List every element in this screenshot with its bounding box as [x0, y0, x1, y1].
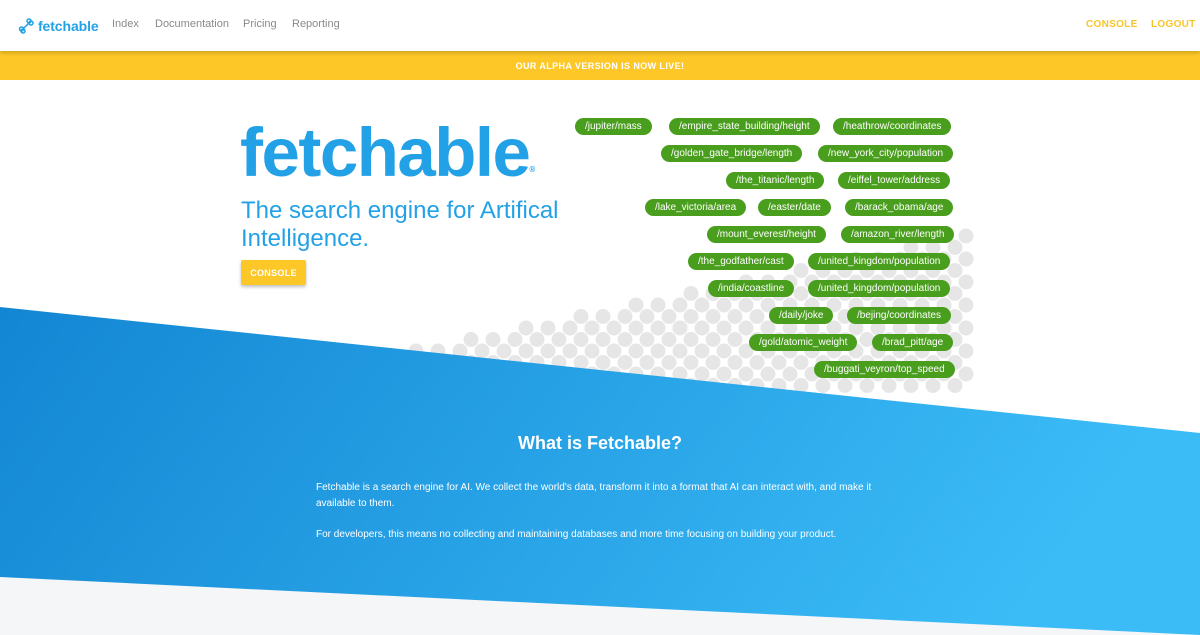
- brand-link[interactable]: fetchable: [18, 15, 99, 37]
- endpoint-tag[interactable]: /daily/joke: [769, 307, 834, 324]
- endpoint-tag[interactable]: /easter/date: [758, 199, 831, 216]
- endpoint-tag[interactable]: /empire_state_building/height: [669, 118, 820, 135]
- top-navbar: fetchable Index Documentation Pricing Re…: [0, 0, 1200, 51]
- endpoint-tag[interactable]: /united_kingdom/population: [808, 280, 951, 297]
- bone-icon: [18, 18, 34, 34]
- endpoint-tag[interactable]: /gold/atomic_weight: [749, 334, 858, 351]
- endpoint-tag[interactable]: /amazon_river/length: [841, 226, 955, 243]
- nav-console-link[interactable]: CONSOLE: [1086, 19, 1138, 30]
- endpoint-tag[interactable]: /heathrow/coordinates: [833, 118, 952, 135]
- endpoint-tag[interactable]: /the_titanic/length: [726, 172, 825, 189]
- hero-console-button[interactable]: CONSOLE: [241, 260, 306, 285]
- endpoint-tag[interactable]: /brad_pitt/age: [872, 334, 954, 351]
- endpoint-tag[interactable]: /buggati_veyron/top_speed: [814, 361, 955, 378]
- nav-link-pricing[interactable]: Pricing: [243, 18, 277, 30]
- endpoint-tag[interactable]: /united_kingdom/population: [808, 253, 951, 270]
- hero-tagline: The search engine for Artifical Intellig…: [241, 197, 559, 252]
- about-paragraph-1: Fetchable is a search engine for AI. We …: [316, 482, 872, 509]
- endpoint-tag[interactable]: /new_york_city/population: [818, 145, 954, 162]
- nav-link-index[interactable]: Index: [112, 18, 139, 30]
- alpha-announcement-bar: OUR ALPHA VERSION IS NOW LIVE!: [0, 51, 1200, 80]
- endpoint-tag[interactable]: /barack_obama/age: [845, 199, 954, 216]
- nav-link-reporting[interactable]: Reporting: [292, 18, 340, 30]
- endpoint-tag[interactable]: /india/coastline: [708, 280, 795, 297]
- hero-logo-text: fetchable: [240, 114, 531, 191]
- about-title: What is Fetchable?: [517, 433, 683, 453]
- endpoint-tag[interactable]: /eiffel_tower/address: [838, 172, 951, 189]
- alpha-announcement-text: OUR ALPHA VERSION IS NOW LIVE!: [515, 60, 685, 71]
- endpoint-tag[interactable]: /bejing/coordinates: [847, 307, 951, 324]
- brand-name: fetchable: [38, 18, 99, 34]
- endpoint-tag[interactable]: /jupiter/mass: [575, 118, 652, 135]
- endpoint-tag[interactable]: /mount_everest/height: [707, 226, 826, 243]
- nav-logout-link[interactable]: LOGOUT: [1151, 19, 1196, 30]
- nav-link-documentation[interactable]: Documentation: [155, 18, 229, 30]
- endpoint-tag[interactable]: /the_godfather/cast: [688, 253, 794, 270]
- endpoint-tag[interactable]: /lake_victoria/area: [645, 199, 747, 216]
- about-paragraph-2: For developers, this means no collecting…: [316, 529, 837, 540]
- endpoint-tag[interactable]: /golden_gate_bridge/length: [661, 145, 803, 162]
- hero-logo: fetchable®: [240, 118, 535, 187]
- registered-mark: ®: [529, 165, 536, 174]
